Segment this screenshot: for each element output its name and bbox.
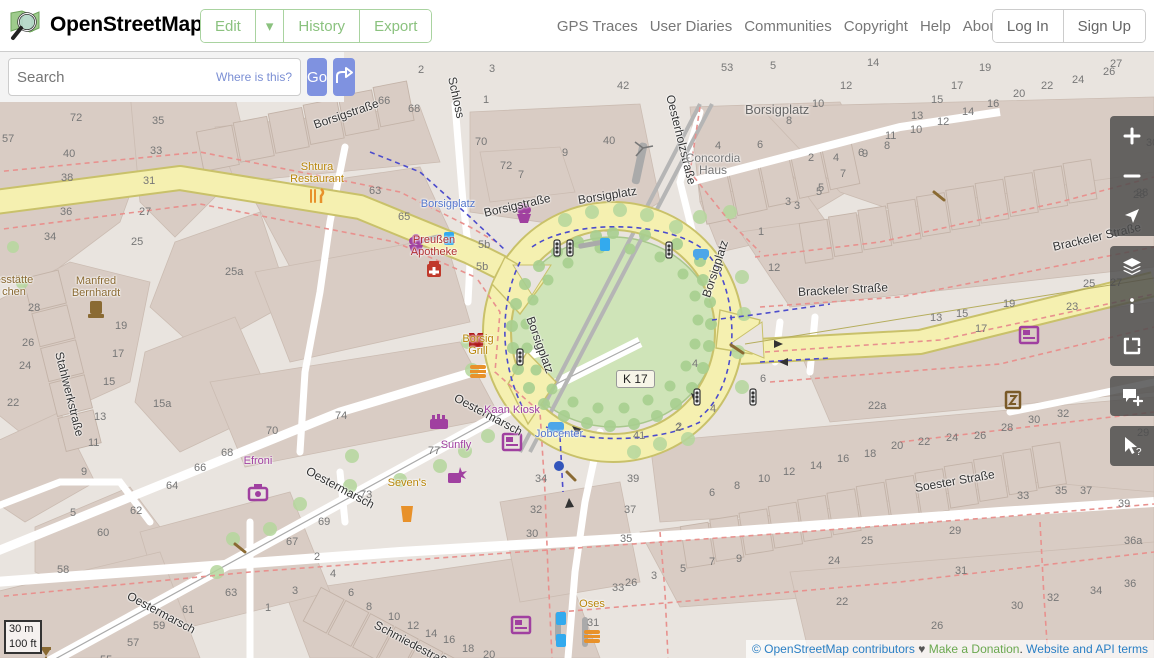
where-is-this-link[interactable]: Where is this? xyxy=(216,70,292,84)
attribution-terms[interactable]: Website and API terms xyxy=(1026,642,1148,656)
layers-info-control-group xyxy=(1110,246,1154,366)
brand[interactable]: OpenStreetMap xyxy=(8,8,203,42)
auth-button-group: Log In Sign Up xyxy=(992,9,1146,43)
query-features-icon: ? xyxy=(1121,435,1143,457)
nav-communities[interactable]: Communities xyxy=(744,18,832,35)
attribution-bar: © OpenStreetMap contributors ♥ Make a Do… xyxy=(746,640,1154,658)
attribution-copyright[interactable]: © OpenStreetMap contributors xyxy=(752,642,915,656)
edit-dropdown-button[interactable]: ▾ xyxy=(256,10,285,42)
note-control-group xyxy=(1110,376,1154,416)
edit-button[interactable]: Edit xyxy=(201,10,256,42)
nav-help[interactable]: Help xyxy=(920,18,951,35)
share-button[interactable] xyxy=(1110,326,1154,366)
zoom-out-button[interactable] xyxy=(1110,156,1154,196)
search-panel: Where is this? Go xyxy=(0,52,344,102)
attribution-separator: . xyxy=(1019,642,1022,656)
search-box[interactable]: Where is this? xyxy=(8,58,301,96)
query-features-button[interactable]: ? xyxy=(1110,426,1154,466)
history-button[interactable]: History xyxy=(284,10,360,42)
osm-magnifier-logo-icon xyxy=(8,8,42,42)
nav-user-diaries[interactable]: User Diaries xyxy=(650,18,733,35)
site-header: OpenStreetMap Edit ▾ History Export GPS … xyxy=(0,0,1154,52)
layers-button[interactable] xyxy=(1110,246,1154,286)
scale-metric: 30 m xyxy=(4,620,42,637)
map-viewport[interactable]: 7240383634353331272525a2819171515a262422… xyxy=(0,52,1154,658)
directions-button[interactable] xyxy=(333,58,355,96)
search-input[interactable] xyxy=(17,69,216,86)
map-info-button[interactable] xyxy=(1110,286,1154,326)
heart-icon: ♥ xyxy=(918,642,925,656)
export-button[interactable]: Export xyxy=(360,10,431,42)
info-icon xyxy=(1122,296,1142,316)
svg-text:?: ? xyxy=(1136,447,1142,457)
zoom-control-group xyxy=(1110,116,1154,236)
nav-copyright[interactable]: Copyright xyxy=(844,18,908,35)
map-tiles xyxy=(0,52,1154,658)
share-arrow-icon xyxy=(1121,335,1143,357)
top-navigation: GPS Traces User Diaries Communities Copy… xyxy=(557,0,1002,52)
edit-button-group: Edit ▾ History Export xyxy=(200,9,432,43)
layers-stack-icon xyxy=(1121,255,1143,277)
log-in-button[interactable]: Log In xyxy=(993,10,1064,42)
search-go-button[interactable]: Go xyxy=(307,58,327,96)
scale-imperial: 100 ft xyxy=(4,637,42,654)
directions-arrow-icon xyxy=(333,65,355,90)
nav-gps-traces[interactable]: GPS Traces xyxy=(557,18,638,35)
brand-title: OpenStreetMap xyxy=(50,13,203,37)
sign-up-button[interactable]: Sign Up xyxy=(1064,10,1145,42)
add-note-button[interactable] xyxy=(1110,376,1154,416)
scale-bar: 30 m 100 ft xyxy=(4,620,42,654)
zoom-in-button[interactable] xyxy=(1110,116,1154,156)
attribution-donation[interactable]: Make a Donation xyxy=(929,642,1020,656)
locate-button[interactable] xyxy=(1110,196,1154,236)
query-control-group: ? xyxy=(1110,426,1154,466)
add-note-icon xyxy=(1121,385,1143,407)
road-ref-shield: K 17 xyxy=(616,370,655,388)
